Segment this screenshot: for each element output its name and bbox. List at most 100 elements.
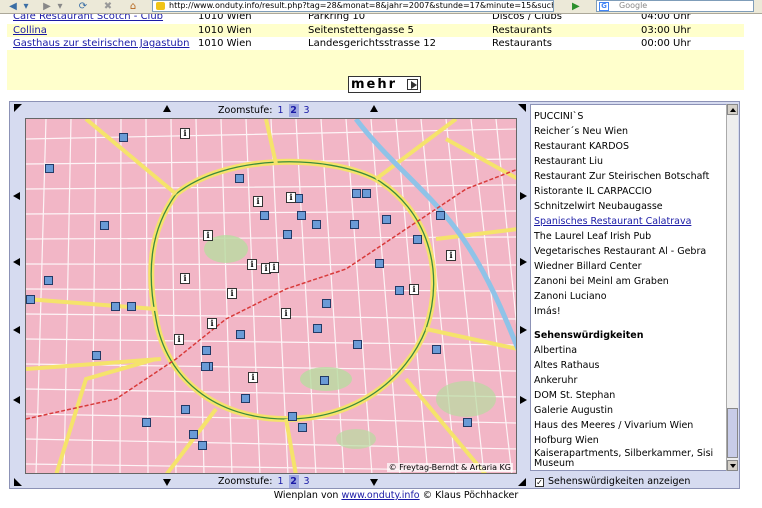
- map-poi-marker[interactable]: [202, 346, 211, 355]
- pan-south-icon[interactable]: [163, 479, 171, 486]
- zoom-level-3[interactable]: 3: [302, 104, 312, 117]
- info-marker-icon[interactable]: i: [180, 128, 190, 139]
- list-item[interactable]: Zanoni Luciano: [534, 289, 728, 304]
- map-poi-marker[interactable]: [111, 302, 120, 311]
- pan-west-icon[interactable]: [13, 192, 20, 200]
- map-poi-marker[interactable]: [413, 235, 422, 244]
- list-item[interactable]: Imás!: [534, 304, 728, 319]
- map-poi-marker[interactable]: [44, 276, 53, 285]
- map-poi-marker[interactable]: [352, 189, 361, 198]
- info-marker-icon[interactable]: i: [286, 192, 296, 203]
- list-item[interactable]: DOM St. Stephan: [534, 388, 728, 403]
- list-item[interactable]: Kaiserapartments, Silberkammer, Sisi Mus…: [534, 448, 728, 469]
- scroll-thumb[interactable]: [727, 408, 738, 458]
- info-marker-icon[interactable]: i: [248, 372, 258, 383]
- pan-east-icon[interactable]: [520, 326, 527, 334]
- map-poi-marker[interactable]: [395, 286, 404, 295]
- map-poi-marker[interactable]: [100, 221, 109, 230]
- map-poi-marker[interactable]: [382, 215, 391, 224]
- list-item[interactable]: Galerie Augustin: [534, 403, 728, 418]
- info-marker-icon[interactable]: i: [281, 308, 291, 319]
- map-poi-marker[interactable]: [288, 412, 297, 421]
- result-name-link[interactable]: Gasthaus zur steirischen Jagastubn: [13, 37, 189, 50]
- zoom-level-3[interactable]: 3: [302, 475, 312, 488]
- go-icon[interactable]: ▶: [572, 0, 586, 13]
- reload-icon[interactable]: ⟳: [76, 1, 90, 13]
- map-poi-marker[interactable]: [283, 230, 292, 239]
- list-item[interactable]: Ristorante IL CARPACCIO: [534, 184, 728, 199]
- pan-west-icon[interactable]: [13, 258, 20, 266]
- more-button[interactable]: mehr: [348, 76, 421, 93]
- map-poi-marker[interactable]: [189, 430, 198, 439]
- pan-north-icon[interactable]: [370, 105, 378, 112]
- forward-dropdown-icon[interactable]: ▾: [56, 1, 64, 13]
- list-item[interactable]: Zanoni bei Meinl am Graben: [534, 274, 728, 289]
- pan-northeast-icon[interactable]: [518, 104, 526, 112]
- map-poi-marker[interactable]: [362, 189, 371, 198]
- back-dropdown-icon[interactable]: ▾: [22, 1, 30, 13]
- pan-south-icon[interactable]: [370, 479, 378, 486]
- checkbox-checked-icon[interactable]: ✓: [535, 478, 544, 487]
- map-poi-marker[interactable]: [26, 295, 35, 304]
- info-marker-icon[interactable]: i: [227, 288, 237, 299]
- map-poi-marker[interactable]: [353, 340, 362, 349]
- map-poi-marker[interactable]: [322, 299, 331, 308]
- list-item[interactable]: Vegetarisches Restaurant Al - Gebra: [534, 244, 728, 259]
- list-item[interactable]: Schnitzelwirt Neubaugasse: [534, 199, 728, 214]
- map-poi-marker[interactable]: [260, 211, 269, 220]
- pan-north-icon[interactable]: [163, 105, 171, 112]
- map-poi-marker[interactable]: [320, 376, 329, 385]
- city-map[interactable]: i i i i i i i i i i i i i i i © Freytag-…: [25, 118, 517, 474]
- zoom-level-2[interactable]: 2: [288, 104, 299, 117]
- list-item[interactable]: Albertina: [534, 343, 728, 358]
- list-item[interactable]: Hofburg Wien: [534, 433, 728, 448]
- forward-arrow-icon[interactable]: ▶: [40, 1, 54, 13]
- scroll-down-icon[interactable]: [727, 460, 738, 471]
- footer-link[interactable]: www.onduty.info: [341, 490, 419, 501]
- map-poi-marker[interactable]: [350, 220, 359, 229]
- info-marker-icon[interactable]: i: [247, 259, 257, 270]
- info-marker-icon[interactable]: i: [409, 284, 419, 295]
- map-poi-marker[interactable]: [201, 362, 210, 371]
- list-item[interactable]: Restaurant Liu: [534, 154, 728, 169]
- pan-west-icon[interactable]: [13, 396, 20, 404]
- stop-icon[interactable]: ✖: [101, 1, 115, 13]
- map-poi-marker[interactable]: [313, 324, 322, 333]
- info-marker-icon[interactable]: i: [253, 196, 263, 207]
- result-name-link[interactable]: Cafe Restaurant Scotch - Club: [13, 14, 163, 23]
- map-poi-marker[interactable]: [181, 405, 190, 414]
- list-item[interactable]: Restaurant Zur Steirischen Botschaft: [534, 169, 728, 184]
- pan-east-icon[interactable]: [520, 396, 527, 404]
- list-item[interactable]: Haus des Meeres / Vivarium Wien: [534, 418, 728, 433]
- pan-southwest-icon[interactable]: [14, 478, 22, 486]
- zoom-level-1[interactable]: 1: [276, 104, 286, 117]
- list-item[interactable]: Wiedner Billard Center: [534, 259, 728, 274]
- info-marker-icon[interactable]: i: [269, 262, 279, 273]
- map-poi-marker[interactable]: [127, 302, 136, 311]
- info-marker-icon[interactable]: i: [174, 334, 184, 345]
- pan-east-icon[interactable]: [520, 192, 527, 200]
- map-poi-marker[interactable]: [432, 345, 441, 354]
- url-bar[interactable]: http://www.onduty.info/result.php?tag=28…: [152, 0, 554, 12]
- info-marker-icon[interactable]: i: [207, 318, 217, 329]
- pan-southeast-icon[interactable]: [518, 478, 526, 486]
- home-icon[interactable]: ⌂: [126, 1, 140, 13]
- map-poi-marker[interactable]: [92, 351, 101, 360]
- zoom-level-2[interactable]: 2: [288, 475, 299, 488]
- map-poi-marker[interactable]: [236, 330, 245, 339]
- map-poi-marker[interactable]: [463, 418, 472, 427]
- list-item[interactable]: Reicher´s Neu Wien: [534, 124, 728, 139]
- map-poi-marker[interactable]: [142, 418, 151, 427]
- map-poi-marker[interactable]: [119, 133, 128, 142]
- map-poi-marker[interactable]: [436, 211, 445, 220]
- list-item[interactable]: Ankeruhr: [534, 373, 728, 388]
- map-poi-marker[interactable]: [241, 394, 250, 403]
- map-poi-marker[interactable]: [198, 441, 207, 450]
- back-arrow-icon[interactable]: ◀: [6, 1, 20, 13]
- map-poi-marker[interactable]: [297, 211, 306, 220]
- map-poi-marker[interactable]: [298, 423, 307, 432]
- list-item[interactable]: Altes Rathaus: [534, 358, 728, 373]
- search-input[interactable]: G Google: [596, 0, 754, 12]
- map-poi-marker[interactable]: [375, 259, 384, 268]
- zoom-level-1[interactable]: 1: [276, 475, 286, 488]
